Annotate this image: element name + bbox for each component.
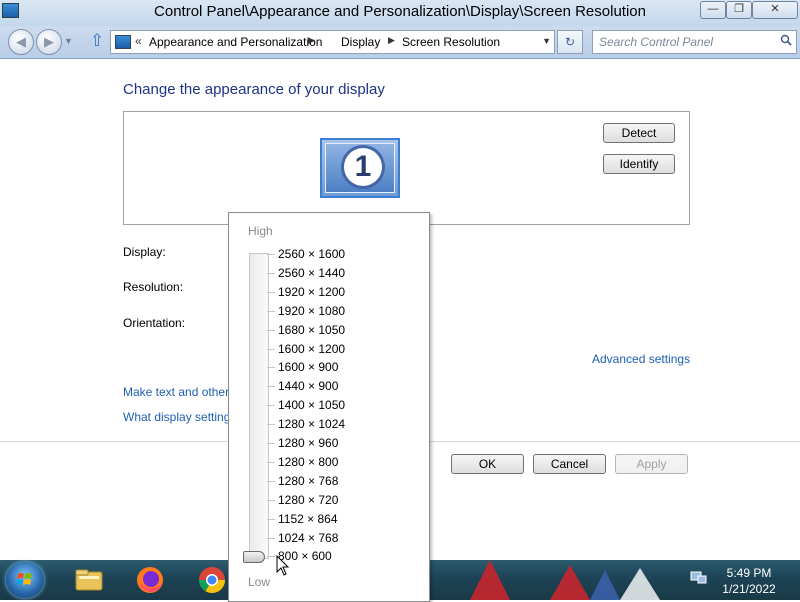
resolution-option[interactable]: 1400 × 1050: [278, 397, 345, 414]
resolution-option[interactable]: 2560 × 1440: [278, 265, 345, 282]
slider-tick: [267, 537, 275, 539]
navigation-bar: ◀ ▶ ▼ ⇧ « Appearance and Personalization…: [0, 26, 800, 59]
resolution-option[interactable]: 1680 × 1050: [278, 322, 345, 339]
display-label: Display:: [123, 245, 166, 259]
resolution-option[interactable]: 1024 × 768: [278, 530, 338, 547]
orientation-label: Orientation:: [123, 316, 186, 330]
resolution-option[interactable]: 1920 × 1200: [278, 284, 345, 301]
resolution-slider-track[interactable]: [249, 253, 269, 559]
clock-date: 1/21/2022: [722, 582, 776, 596]
resolution-option[interactable]: 1152 × 864: [278, 511, 338, 528]
slider-tick: [267, 480, 275, 482]
start-button[interactable]: [6, 562, 44, 598]
close-button[interactable]: ✕: [752, 1, 798, 19]
resolution-slider-thumb[interactable]: [243, 551, 265, 563]
resolution-dropdown[interactable]: High 2560 × 1600 2560 × 1440 1920 × 1200 19…: [228, 212, 430, 602]
detect-button[interactable]: Detect: [603, 123, 675, 143]
network-icon[interactable]: [690, 570, 708, 586]
window-title: Control Panel\Appearance and Personaliza…: [154, 3, 646, 20]
slider-tick: [267, 386, 275, 388]
recent-pages-chevron-icon[interactable]: ▼: [64, 36, 73, 46]
resolution-option[interactable]: 1920 × 1080: [278, 303, 345, 320]
resolution-option[interactable]: 2560 × 1600: [278, 246, 345, 263]
resolution-option[interactable]: 1440 × 900: [278, 378, 338, 395]
monitor-number: 1: [344, 148, 382, 186]
slider-tick: [267, 405, 275, 407]
slider-tick: [267, 310, 275, 312]
resolution-option[interactable]: 1280 × 960: [278, 435, 338, 452]
refresh-icon[interactable]: ↻: [557, 30, 583, 54]
monitor-screen: 1: [325, 143, 395, 193]
monitor-preview-area: 1 Detect Identify: [123, 111, 690, 225]
forward-button[interactable]: ▶: [36, 29, 62, 55]
breadcrumb-screen-resolution[interactable]: Screen Resolution: [402, 35, 500, 49]
file-explorer-icon[interactable]: [73, 564, 105, 596]
clock-time: 5:49 PM: [726, 566, 772, 580]
resolution-high-label: High: [248, 224, 273, 238]
control-panel-icon: [115, 35, 131, 49]
breadcrumb-arrow-icon[interactable]: ▶: [388, 35, 395, 46]
slider-tick: [267, 424, 275, 426]
breadcrumb-appearance[interactable]: Appearance and Personalization: [149, 35, 322, 49]
address-bar[interactable]: « Appearance and Personalization ▶ Displ…: [110, 30, 555, 54]
address-dropdown-icon[interactable]: ▼: [542, 36, 551, 46]
slider-tick: [267, 461, 275, 463]
search-icon[interactable]: [780, 34, 792, 46]
ok-button[interactable]: OK: [451, 454, 524, 474]
search-input[interactable]: [597, 32, 771, 52]
windows-logo-icon: [17, 573, 32, 585]
minimize-button[interactable]: —: [700, 1, 726, 19]
system-clock[interactable]: 5:49 PM 1/21/2022: [714, 565, 784, 597]
apply-button[interactable]: Apply: [615, 454, 688, 474]
breadcrumb-overflow-icon[interactable]: «: [135, 34, 142, 48]
slider-tick: [267, 329, 275, 331]
slider-tick: [267, 367, 275, 369]
title-bar: Control Panel\Appearance and Personaliza…: [0, 0, 800, 26]
monitor-1-icon[interactable]: 1: [320, 138, 400, 198]
slider-tick: [267, 499, 275, 501]
slider-tick: [267, 443, 275, 444]
search-box[interactable]: [592, 30, 797, 54]
taskbar-wallpaper-graphic: [470, 560, 660, 600]
resolution-option[interactable]: 1600 × 900: [278, 359, 338, 376]
advanced-settings-link[interactable]: Advanced settings: [592, 352, 690, 366]
resolution-option[interactable]: 1280 × 768: [278, 473, 338, 490]
resolution-low-label: Low: [248, 575, 271, 589]
resolution-option[interactable]: 1280 × 720: [278, 492, 338, 509]
slider-tick: [267, 254, 275, 255]
slider-tick: [267, 556, 275, 558]
page-title: Change the appearance of your display: [123, 81, 385, 98]
firefox-icon[interactable]: [134, 564, 166, 596]
back-button[interactable]: ◀: [8, 29, 34, 55]
up-arrow-icon[interactable]: ⇧: [88, 32, 106, 50]
resolution-label: Resolution:: [123, 280, 184, 294]
resolution-option[interactable]: 1600 × 1200: [278, 341, 345, 358]
cancel-button[interactable]: Cancel: [533, 454, 606, 474]
slider-tick: [267, 518, 275, 520]
slider-tick: [267, 291, 275, 293]
resolution-option[interactable]: 1280 × 1024: [278, 416, 345, 433]
mouse-cursor-icon: [276, 555, 290, 576]
identify-button[interactable]: Identify: [603, 154, 675, 174]
slider-tick: [267, 348, 275, 350]
chrome-icon[interactable]: [196, 564, 228, 596]
breadcrumb-display[interactable]: Display: [341, 35, 380, 49]
breadcrumb-arrow-icon[interactable]: ▶: [308, 35, 315, 46]
maximize-button[interactable]: ❐: [726, 1, 752, 19]
slider-tick: [267, 272, 275, 274]
resolution-option[interactable]: 1280 × 800: [278, 454, 338, 471]
